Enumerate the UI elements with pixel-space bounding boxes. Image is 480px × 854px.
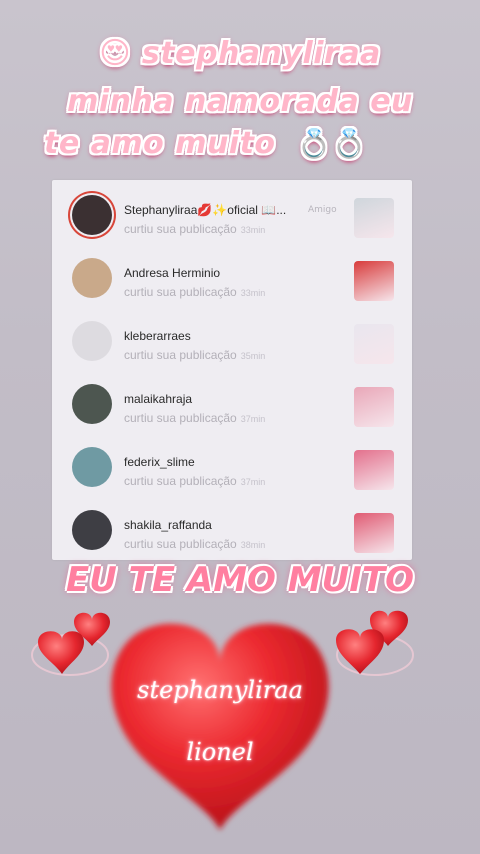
action-text: curtiu sua publicação [124, 411, 237, 425]
headline-line-1: 😍 stephanyliraa [0, 36, 480, 71]
friend-tag: Amigo [308, 205, 337, 215]
notification-action: curtiu sua publicação 38min [124, 537, 265, 551]
user-avatar[interactable] [72, 258, 112, 298]
action-text: curtiu sua publicação [124, 222, 237, 236]
notification-action: curtiu sua publicação 37min [124, 474, 265, 488]
user-avatar[interactable] [72, 510, 112, 550]
notifications-screenshot: Stephanyliraa💋✨oficial 📖... curtiu sua pu… [52, 180, 412, 560]
username[interactable]: shakila_raffanda [124, 518, 212, 532]
timestamp: 37min [240, 414, 266, 424]
username[interactable]: kleberarraes [124, 329, 191, 343]
user-avatar[interactable] [72, 447, 112, 487]
timestamp: 33min [240, 225, 266, 235]
notification-action: curtiu sua publicação 33min [124, 285, 265, 299]
heart-name-text: stephanyliraa [137, 676, 303, 704]
action-text: curtiu sua publicação [124, 285, 237, 299]
notification-row[interactable]: Andresa Herminio curtiu sua publicação 33m… [52, 248, 412, 311]
user-avatar[interactable] [72, 321, 112, 361]
username[interactable]: Andresa Herminio [124, 266, 220, 280]
timestamp: 37min [240, 477, 266, 487]
heart-name2-text: lionel [186, 738, 254, 766]
love-banner: EU TE AMO MUITO [65, 560, 414, 600]
ring-emoji: 💍💍 [296, 127, 368, 160]
post-thumbnail[interactable] [354, 513, 394, 553]
action-text: curtiu sua publicação [124, 537, 237, 551]
user-avatar[interactable] [72, 384, 112, 424]
notification-action: curtiu sua publicação 37min [124, 411, 265, 425]
right-hearts-decoration [336, 610, 414, 676]
username[interactable]: malaikahraja [124, 392, 192, 406]
notification-row[interactable]: Stephanyliraa💋✨oficial 📖... curtiu sua pu… [52, 185, 412, 248]
headline-name: stephanyliraa [141, 36, 381, 71]
action-text: curtiu sua publicação [124, 474, 237, 488]
post-thumbnail[interactable] [354, 198, 394, 238]
post-thumbnail[interactable] [354, 261, 394, 301]
notification-row[interactable]: shakila_raffandacurtiu sua publicação 38m… [52, 500, 412, 560]
timestamp: 35min [240, 351, 266, 361]
username[interactable]: federix_slime [124, 455, 195, 469]
notification-row[interactable]: kleberarraes curtiu sua publicação 35min [52, 311, 412, 374]
timestamp: 33min [240, 288, 266, 298]
headline-line-3: te amo muito 💍💍 [44, 126, 367, 161]
post-thumbnail[interactable] [354, 387, 394, 427]
post-thumbnail[interactable] [354, 324, 394, 364]
headline-text: te amo muito [44, 126, 276, 161]
notification-row[interactable]: federix_slimecurtiu sua publicação 37min [52, 437, 412, 500]
notification-row[interactable]: malaikahraja curtiu sua publicação 37min [52, 374, 412, 437]
user-avatar[interactable] [72, 195, 112, 235]
notification-action: curtiu sua publicação 33min [124, 222, 265, 236]
big-heart-icon [111, 623, 329, 830]
post-thumbnail[interactable] [354, 450, 394, 490]
notification-action: curtiu sua publicação 35min [124, 348, 265, 362]
heart-eyes-emoji: 😍 [99, 36, 131, 71]
headline-line-2: minha namorada eu [67, 84, 413, 119]
action-text: curtiu sua publicação [124, 348, 237, 362]
timestamp: 38min [240, 540, 266, 550]
username[interactable]: Stephanyliraa💋✨oficial 📖... [124, 203, 286, 217]
